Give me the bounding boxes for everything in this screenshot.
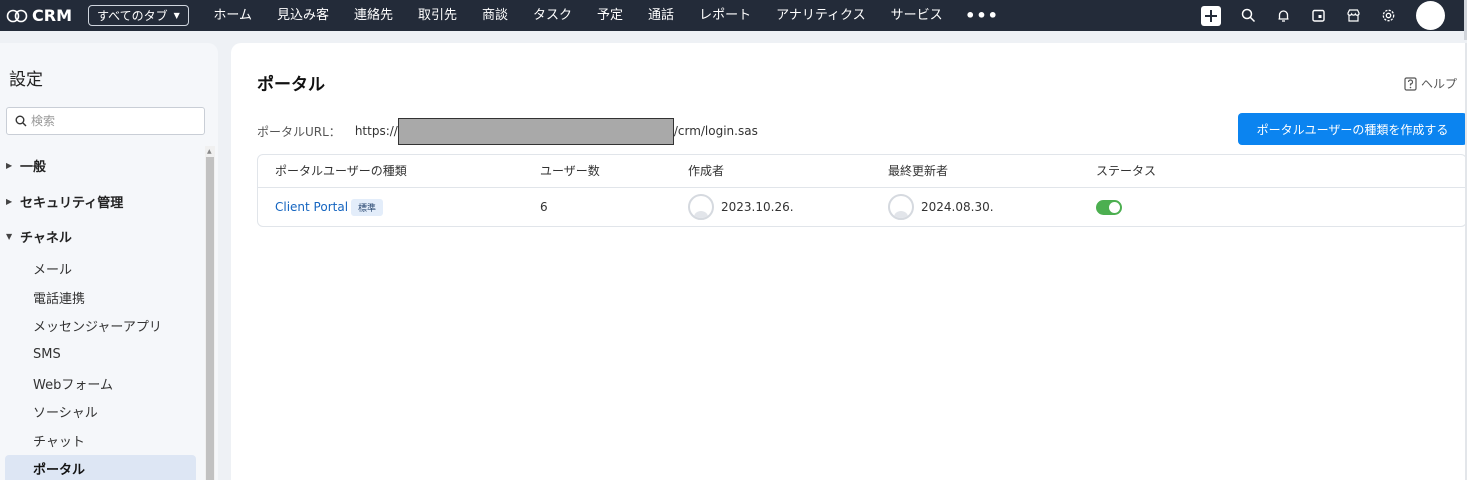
nav-contacts[interactable]: 連絡先 [341, 0, 405, 31]
all-tabs-label: すべてのタブ [96, 9, 168, 23]
all-tabs-dropdown[interactable]: すべてのタブ ▼ [87, 5, 189, 26]
main-panel: ポータル ヘルプ ポータルURL： https:// /crm/login.sa… [231, 43, 1467, 480]
top-right-tools [1201, 0, 1467, 31]
search-button[interactable] [1239, 7, 1257, 25]
nav-home[interactable]: ホーム [201, 0, 265, 31]
nav-reports[interactable]: レポート [687, 0, 764, 31]
table-row[interactable]: Client Portal 標準 6 2023.10.26. 2024.08.3… [258, 188, 1466, 226]
help-label: ヘルプ [1420, 77, 1457, 91]
nav-accounts[interactable]: 取引先 [405, 0, 469, 31]
sidebar-group-channels[interactable]: ▼ チャネル [0, 219, 202, 255]
sidebar-search[interactable] [6, 107, 205, 135]
col-header-users[interactable]: ユーザー数 [540, 155, 600, 188]
sidebar-item-telephony[interactable]: 電話連携 [5, 283, 196, 312]
chevron-down-icon: ▼ [173, 11, 180, 20]
portal-url-row: ポータルURL： https:// /crm/login.sas [257, 117, 758, 145]
nav-more-button[interactable]: ••• [955, 6, 1009, 25]
portal-url-prefix: https:// [354, 124, 398, 138]
portal-url-label: ポータルURL： [257, 124, 341, 139]
bell-icon [1278, 10, 1288, 22]
cell-modified-by: 2024.08.30. [888, 188, 994, 226]
nav-services[interactable]: サービス [878, 0, 955, 31]
gear-icon [1382, 9, 1394, 22]
scroll-up-icon[interactable]: ▲ [207, 148, 212, 155]
portal-name-link[interactable]: Client Portal [275, 200, 348, 214]
status-toggle[interactable] [1096, 199, 1122, 215]
create-portal-user-type-button[interactable]: ポータルユーザーの種類を作成する [1238, 113, 1467, 145]
modifier-avatar [888, 194, 914, 220]
created-date: 2023.10.26. [721, 200, 794, 214]
sidebar-item-messenger-apps[interactable]: メッセンジャーアプリ [5, 312, 196, 341]
sidebar-group-label: セキュリティ管理 [20, 195, 124, 211]
col-header-created-by[interactable]: 作成者 [688, 155, 724, 188]
scrollbar-thumb[interactable] [206, 157, 214, 480]
caret-right-icon: ▶ [6, 161, 13, 171]
settings-sidebar: 設定 ▶ 一般 ▶ セキュリティ管理 ▼ チャネル メール 電話連携 メッセンジ… [0, 43, 218, 480]
cell-status [1096, 188, 1122, 226]
nav-deals[interactable]: 商談 [470, 0, 521, 31]
sidebar-group-label: 一般 [20, 160, 47, 176]
cell-user-count: 6 [540, 200, 548, 214]
notifications-button[interactable] [1274, 7, 1292, 25]
search-icon [15, 115, 27, 127]
caret-right-icon: ▶ [6, 196, 13, 206]
standard-badge: 標準 [351, 198, 384, 216]
sidebar-item-webforms[interactable]: Webフォーム [5, 369, 196, 398]
table-header: ポータルユーザーの種類 ユーザー数 作成者 最終更新者 ステータス [258, 155, 1466, 188]
marketplace-icon [1346, 9, 1360, 22]
top-nav-bar: CRM すべてのタブ ▼ ホーム 見込み客 連絡先 取引先 商談 タスク 予定 … [0, 0, 1467, 31]
page-title: ポータル [257, 75, 325, 95]
sidebar-title: 設定 [9, 70, 43, 90]
sidebar-item-chat[interactable]: チャット [5, 426, 196, 455]
col-header-modified-by[interactable]: 最終更新者 [888, 155, 948, 188]
caret-down-icon: ▼ [6, 232, 13, 242]
sidebar-item-social[interactable]: ソーシャル [5, 397, 196, 426]
cell-created-by: 2023.10.26. [688, 188, 794, 226]
col-header-status[interactable]: ステータス [1096, 155, 1156, 188]
nav-calls[interactable]: 通話 [636, 0, 687, 31]
calendar-button[interactable] [1309, 7, 1327, 25]
portal-user-types-table: ポータルユーザーの種類 ユーザー数 作成者 最終更新者 ステータス Client… [257, 154, 1467, 227]
help-link[interactable]: ヘルプ [1404, 75, 1457, 92]
sidebar-group-security[interactable]: ▶ セキュリティ管理 [0, 184, 202, 220]
nav-tasks[interactable]: タスク [521, 0, 585, 31]
nav-leads[interactable]: 見込み客 [264, 0, 341, 31]
sidebar-scrollbar[interactable]: ▲ [205, 146, 215, 480]
sidebar-search-input[interactable] [31, 114, 191, 128]
user-avatar[interactable] [1416, 1, 1445, 30]
help-icon [1404, 76, 1417, 91]
plus-icon [1205, 9, 1217, 22]
modified-date: 2024.08.30. [921, 200, 994, 214]
create-plus-button[interactable] [1201, 5, 1221, 26]
nav-analytics[interactable]: アナリティクス [764, 0, 879, 31]
crm-logo[interactable]: CRM [0, 0, 72, 31]
sidebar-menu: ▶ 一般 ▶ セキュリティ管理 ▼ チャネル メール 電話連携 メッセンジャーア… [0, 148, 202, 480]
sidebar-item-sms[interactable]: SMS [5, 340, 196, 369]
settings-button[interactable] [1379, 7, 1397, 25]
sidebar-item-portal[interactable]: ポータル [5, 454, 196, 480]
search-icon [1241, 8, 1255, 23]
portal-url-redacted [397, 117, 674, 145]
cell-type: Client Portal 標準 [275, 188, 384, 226]
col-header-type[interactable]: ポータルユーザーの種類 [275, 155, 407, 188]
sidebar-group-general[interactable]: ▶ 一般 [0, 148, 202, 184]
app-name: CRM [32, 6, 72, 25]
sidebar-item-email[interactable]: メール [5, 255, 196, 284]
nav-meetings[interactable]: 予定 [585, 0, 636, 31]
marketplace-button[interactable] [1344, 7, 1362, 25]
main-nav: ホーム 見込み客 連絡先 取引先 商談 タスク 予定 通話 レポート アナリティ… [201, 0, 1009, 31]
crm-logo-icon [6, 9, 28, 22]
creator-avatar [688, 194, 714, 220]
portal-url-suffix: /crm/login.sas [673, 124, 758, 138]
calendar-icon [1311, 9, 1325, 22]
sidebar-group-label: チャネル [20, 231, 72, 247]
